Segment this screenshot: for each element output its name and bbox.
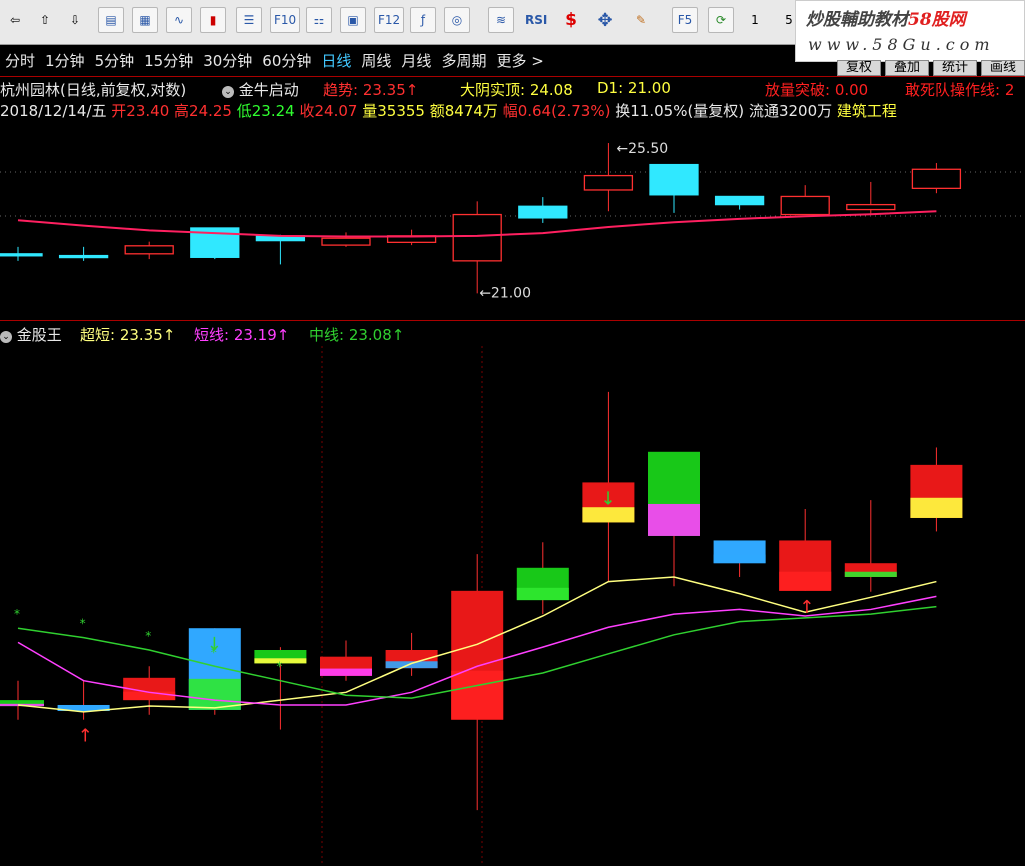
volume-break-label: 放量突破: 0.00 bbox=[765, 81, 869, 99]
report-icon[interactable]: ▤ bbox=[98, 7, 124, 33]
right-tab-2[interactable]: 统计 bbox=[932, 60, 977, 76]
right-tab-0[interactable]: 复权 bbox=[836, 60, 881, 76]
tab-0[interactable]: 分时 bbox=[0, 45, 40, 75]
tab-9[interactable]: 多周期 bbox=[436, 45, 491, 75]
sub-chart[interactable]: *****↓↓↑↑ bbox=[0, 346, 1025, 866]
sub-up-arrow-1: ↑ bbox=[799, 597, 814, 618]
mid-label: 中线: 23.08↑ bbox=[309, 326, 405, 344]
dare-die-label: 敢死队操作线: 2 bbox=[905, 81, 1015, 99]
formula-icon[interactable]: ƒ bbox=[410, 7, 436, 33]
sub-star-1: * bbox=[80, 617, 86, 631]
stock-title: 杭州园林(日线,前复权,对数) bbox=[0, 81, 187, 99]
cycle-icon[interactable]: ◎ bbox=[444, 7, 470, 33]
pen-icon[interactable]: ✎ bbox=[628, 7, 654, 33]
main-candle-0 bbox=[0, 253, 43, 257]
candle-icon[interactable]: ▮ bbox=[200, 7, 226, 33]
tab-10[interactable]: 更多 > bbox=[491, 45, 548, 75]
main-candle-9 bbox=[583, 174, 634, 191]
main-candle-8 bbox=[518, 205, 568, 219]
tree-icon[interactable]: ⚏ bbox=[306, 7, 332, 33]
arrow-left-icon[interactable]: ⇦ bbox=[2, 7, 28, 33]
right-tabs: 复权 叠加 统计 画线 bbox=[836, 60, 1025, 76]
indicator-name: ⌄ 金牛启动 bbox=[222, 79, 299, 100]
main-candle-1 bbox=[58, 254, 109, 259]
yang-label: 大阴实顶: 24.08 bbox=[460, 81, 573, 99]
sub-candle-band-14 bbox=[910, 497, 963, 518]
watermark-line2: www.58Gu.com bbox=[808, 35, 995, 54]
f12-button[interactable]: F12 bbox=[374, 7, 405, 33]
list-icon[interactable]: ☰ bbox=[236, 7, 262, 33]
sub-candle-band-11 bbox=[713, 554, 766, 564]
pane-divider bbox=[0, 320, 1025, 321]
sub-down-arrow-1: ↓ bbox=[600, 488, 615, 509]
tab-5[interactable]: 60分钟 bbox=[257, 45, 316, 75]
main-candle-13 bbox=[846, 203, 896, 211]
main-candle-5 bbox=[321, 237, 371, 246]
quote-line: 2018/12/14/五 开23.40 高24.25 低23.24 收24.07… bbox=[0, 102, 897, 120]
tab-7[interactable]: 周线 bbox=[356, 45, 396, 75]
sub-up-arrow-0: ↑ bbox=[78, 726, 93, 747]
dollar-icon[interactable]: $ bbox=[558, 7, 584, 33]
main-candle-14 bbox=[911, 168, 962, 190]
short-label: 短线: 23.19↑ bbox=[194, 326, 290, 344]
sub-candle-band-13 bbox=[844, 571, 897, 577]
sub-down-arrow-0: ↓ bbox=[207, 634, 222, 655]
sub-candle-band-6 bbox=[385, 661, 438, 669]
sub-candle-band-7 bbox=[451, 670, 504, 720]
sub-candle-band-8 bbox=[516, 587, 569, 601]
chevron-down-icon[interactable]: ⌄ bbox=[0, 331, 12, 343]
tab-4[interactable]: 30分钟 bbox=[198, 45, 257, 75]
rsi-button[interactable]: RSI bbox=[522, 7, 550, 33]
tab-2[interactable]: 5分钟 bbox=[90, 45, 140, 75]
period-tabs: 分时 1分钟 5分钟 15分钟 30分钟 60分钟 日线 周线 月线 多周期 更多 > bbox=[0, 45, 800, 75]
doc-icon[interactable]: ▣ bbox=[340, 7, 366, 33]
main-candle-2 bbox=[124, 245, 174, 255]
move-icon[interactable]: ✥ bbox=[592, 7, 618, 33]
sub-candle-band-9 bbox=[582, 507, 635, 523]
main-candle-11 bbox=[714, 195, 765, 206]
sub-star-0: * bbox=[14, 607, 20, 621]
main-candle-12 bbox=[780, 195, 830, 216]
sub-candle-band-12 bbox=[779, 571, 832, 591]
chevron-down-icon[interactable]: ⌄ bbox=[222, 86, 234, 98]
arrow-up-icon[interactable]: ⇧ bbox=[32, 7, 58, 33]
tab-6[interactable]: 日线 bbox=[316, 45, 356, 75]
f5-button[interactable]: F5 bbox=[672, 7, 698, 33]
main-high-annotation: ←25.50 bbox=[616, 141, 668, 157]
main-chart[interactable]: ←25.50 ←21.00 bbox=[0, 120, 1025, 320]
trend-label: 趋势: 23.35↑ bbox=[323, 81, 419, 99]
ultra-short-label: 超短: 23.35↑ bbox=[80, 326, 176, 344]
watermark: 炒股輔助教材58股网 www.58Gu.com bbox=[795, 0, 1025, 62]
tab-1[interactable]: 1分钟 bbox=[40, 45, 90, 75]
grid-icon[interactable]: ▦ bbox=[132, 7, 158, 33]
line-chart-icon[interactable]: ∿ bbox=[166, 7, 192, 33]
arrow-down-icon[interactable]: ⇩ bbox=[62, 7, 88, 33]
right-tab-1[interactable]: 叠加 bbox=[884, 60, 929, 76]
wave-icon[interactable]: ≋ bbox=[488, 7, 514, 33]
d1-label: D1: 21.00 bbox=[597, 79, 671, 97]
tab-8[interactable]: 月线 bbox=[396, 45, 436, 75]
sub-candle-band-10 bbox=[648, 503, 700, 536]
sub-star-4: * bbox=[276, 660, 282, 674]
sub-star-2: * bbox=[145, 629, 151, 643]
right-tab-3[interactable]: 画线 bbox=[980, 60, 1025, 76]
divider bbox=[0, 76, 1025, 77]
watermark-line1: 炒股輔助教材58股网 bbox=[806, 10, 966, 30]
sub-candle-band-5 bbox=[320, 668, 372, 676]
f10-button[interactable]: F10 bbox=[270, 7, 301, 33]
sub-indicator-name: ⌄ 金股王 bbox=[0, 324, 62, 345]
tab-3[interactable]: 15分钟 bbox=[139, 45, 198, 75]
number-1[interactable]: 1 bbox=[742, 7, 768, 33]
main-candle-10 bbox=[649, 163, 699, 196]
main-low-annotation: ←21.00 bbox=[479, 285, 531, 301]
main-candle-7 bbox=[452, 213, 502, 262]
refresh-icon[interactable]: ⟳ bbox=[708, 7, 734, 33]
